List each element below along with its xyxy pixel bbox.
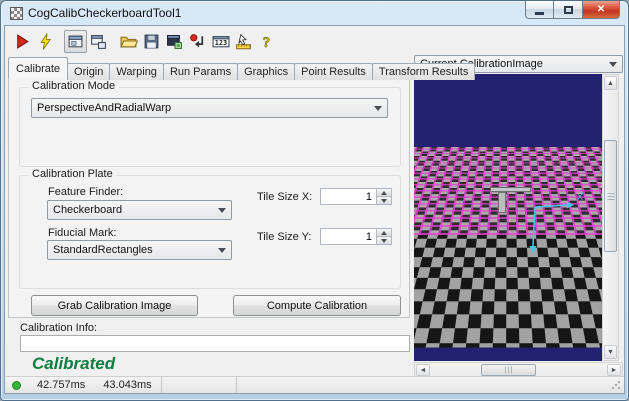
minimize-button[interactable] [525, 1, 554, 19]
compute-calibration-button[interactable]: Compute Calibration [233, 295, 401, 316]
tile-size-y-input[interactable] [320, 228, 376, 245]
feature-finder-combobox[interactable]: Checkerboard [47, 200, 232, 220]
scroll-left-icon[interactable]: ◄ [416, 364, 430, 376]
status-empty-cell [162, 377, 236, 393]
chevron-down-icon [374, 106, 382, 111]
tile-size-y-label: Tile Size Y: [257, 231, 312, 243]
calibration-plate-group: Calibration Plate Feature Finder: Checke… [19, 168, 401, 289]
live-run-button[interactable] [34, 30, 57, 53]
tab-strip: Calibrate Origin Warping Run Params Graphics… [8, 57, 476, 80]
minimize-icon [535, 11, 544, 15]
tile-size-x-stepper [320, 188, 392, 205]
position-ruler-icon [236, 33, 251, 49]
total-time: 43.043ms [103, 379, 152, 391]
reset-button[interactable] [186, 30, 209, 53]
svg-text:?: ? [263, 34, 270, 49]
position-tool-button[interactable] [232, 30, 255, 53]
help-button[interactable]: ? [255, 30, 278, 53]
horizontal-scrollbar-thumb[interactable] [481, 364, 536, 376]
tab-origin[interactable]: Origin [67, 63, 111, 80]
lightning-icon [40, 32, 52, 50]
maximize-icon [563, 5, 573, 14]
fiducial-mark-value: StandardRectangles [53, 244, 153, 256]
fiducial-mark-label: Fiducial Mark: [48, 227, 117, 239]
run-icon [17, 33, 29, 49]
calibration-mode-group-title: Calibration Mode [28, 80, 120, 92]
grab-calibration-image-button[interactable]: Grab Calibration Image [31, 295, 198, 316]
image-display-icon [68, 35, 83, 47]
tab-run-params[interactable]: Run Params [162, 63, 239, 80]
coordinate-axes-overlay: X [529, 192, 583, 253]
feature-finder-value: Checkerboard [53, 204, 123, 216]
save-image-button[interactable] [163, 30, 186, 53]
calibration-info-label: Calibration Info: [20, 322, 98, 334]
scroll-down-icon[interactable]: ▼ [604, 345, 617, 359]
show-results-button[interactable]: 123 [209, 30, 232, 53]
tab-point-results[interactable]: Point Results [294, 63, 373, 80]
fiducial-mark-combobox[interactable]: StandardRectangles [47, 240, 232, 260]
chevron-down-icon [218, 248, 226, 253]
chevron-down-icon [218, 208, 226, 213]
save-image-icon [167, 34, 182, 49]
spin-down-icon[interactable] [376, 237, 392, 245]
chevron-down-icon [609, 62, 617, 67]
run-button[interactable] [11, 30, 34, 53]
calibration-mode-value: PerspectiveAndRadialWarp [37, 102, 172, 114]
help-icon: ? [262, 34, 270, 50]
close-button[interactable]: ✕ [583, 1, 620, 19]
maximize-button[interactable] [554, 1, 583, 19]
calibrate-tab-page: Calibration Mode PerspectiveAndRadialWar… [8, 77, 410, 318]
calibration-mode-combobox[interactable]: PerspectiveAndRadialWarp [31, 98, 388, 118]
status-indicator-dot [12, 380, 21, 390]
app-window: CogCalibCheckerboardTool1 ✕ 123 ? Calibr… [0, 0, 629, 401]
vertical-scrollbar-thumb[interactable] [604, 140, 617, 252]
save-icon [144, 34, 159, 48]
spin-up-icon[interactable] [376, 188, 392, 197]
tile-size-x-label: Tile Size X: [257, 191, 313, 203]
calibration-plate-group-title: Calibration Plate [28, 168, 117, 180]
tab-transform-results[interactable]: Transform Results [371, 63, 476, 80]
spin-up-icon[interactable] [376, 228, 392, 237]
run-time: 42.757ms [37, 379, 86, 391]
vertical-scrollbar[interactable]: ▲ ▼ [602, 74, 619, 361]
scroll-up-icon[interactable]: ▲ [604, 76, 617, 90]
tab-calibrate[interactable]: Calibrate [8, 57, 69, 78]
resize-grip[interactable] [611, 380, 621, 390]
toolbar: 123 ? [6, 27, 623, 55]
calibration-info-input[interactable] [20, 335, 410, 352]
reset-icon [190, 33, 204, 47]
float-display-icon [91, 34, 106, 49]
x-axis-label: X [577, 192, 583, 202]
svg-text:123: 123 [214, 39, 226, 47]
title-bar[interactable]: CogCalibCheckerboardTool1 ✕ [1, 1, 628, 25]
client-area: 123 ? Calibrate Origin Warping Run Params Gr… [4, 25, 625, 394]
scroll-right-icon[interactable]: ► [607, 364, 621, 376]
float-image-display-button[interactable] [87, 30, 110, 53]
results-123-icon: 123 [212, 35, 229, 47]
show-image-display-button[interactable] [64, 29, 87, 53]
close-icon: ✕ [596, 4, 606, 15]
tab-warping[interactable]: Warping [109, 63, 164, 80]
tile-size-x-input[interactable] [320, 188, 376, 205]
feature-finder-label: Feature Finder: [48, 186, 124, 198]
open-folder-icon [119, 36, 138, 47]
window-title: CogCalibCheckerboardTool1 [28, 6, 182, 20]
open-file-button[interactable] [117, 30, 140, 53]
status-bar: 42.757ms 43.043ms [5, 376, 624, 393]
image-display-viewport[interactable]: X [414, 74, 602, 361]
spin-down-icon[interactable] [376, 197, 392, 205]
checkerboard-app-icon [10, 6, 23, 20]
tab-graphics[interactable]: Graphics [237, 63, 296, 80]
status-separator [235, 377, 237, 393]
tile-size-y-stepper [320, 228, 392, 245]
calibration-status-text: Calibrated [32, 354, 116, 373]
save-file-button[interactable] [140, 30, 163, 53]
